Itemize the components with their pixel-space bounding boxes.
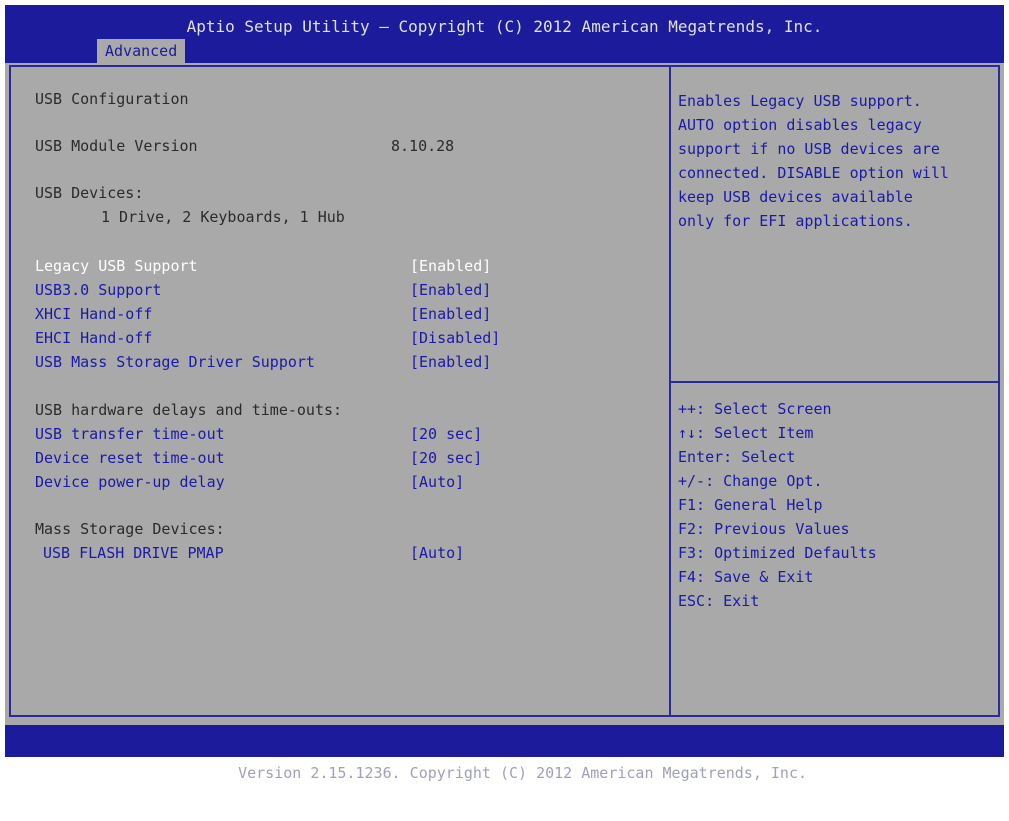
- option-xhci-handoff-value[interactable]: [Enabled]: [410, 304, 491, 324]
- help-text-line: AUTO option disables legacy: [678, 116, 922, 134]
- option-ehci-handoff[interactable]: EHCI Hand-off: [35, 328, 152, 348]
- option-usb3-support-value[interactable]: [Enabled]: [410, 280, 491, 300]
- module-version-label: USB Module Version: [35, 137, 198, 155]
- tab-advanced[interactable]: Advanced: [97, 39, 186, 63]
- option-legacy-usb-support[interactable]: Legacy USB Support: [35, 256, 198, 276]
- option-mass-storage-driver[interactable]: USB Mass Storage Driver Support: [35, 352, 315, 372]
- bios-screen: Aptio Setup Utility – Copyright (C) 2012…: [5, 5, 1004, 782]
- help-text-line: connected. DISABLE option will: [678, 164, 949, 182]
- option-usb-transfer-timeout-value[interactable]: [20 sec]: [410, 424, 482, 444]
- help-text-line: Enables Legacy USB support.: [678, 92, 922, 110]
- usb-devices-label: USB Devices:: [35, 184, 144, 202]
- option-usb-transfer-timeout[interactable]: USB transfer time-out: [35, 424, 225, 444]
- option-usb-flash-drive[interactable]: USB FLASH DRIVE PMAP: [43, 543, 224, 563]
- help-divider: [671, 381, 1000, 383]
- help-text-line: keep USB devices available: [678, 188, 913, 206]
- option-usb3-support[interactable]: USB3.0 Support: [35, 280, 161, 300]
- option-legacy-usb-support-value[interactable]: [Enabled]: [410, 256, 491, 276]
- key-help-f4: F4: Save & Exit: [678, 568, 814, 586]
- key-help-select-screen: ++: Select Screen: [678, 400, 832, 418]
- module-version-value: 8.10.28: [391, 137, 455, 155]
- help-text-line: only for EFI applications.: [678, 212, 913, 230]
- section-heading: USB Configuration: [35, 90, 189, 108]
- usb-devices-value: 1 Drive, 2 Keyboards, 1 Hub: [101, 208, 345, 226]
- option-usb-flash-drive-value[interactable]: [Auto]: [410, 543, 464, 563]
- key-help-change-opt: +/-: Change Opt.: [678, 472, 823, 490]
- option-device-powerup-delay-value[interactable]: [Auto]: [410, 472, 464, 492]
- mass-storage-heading: Mass Storage Devices:: [35, 520, 225, 538]
- key-help-f3: F3: Optimized Defaults: [678, 544, 877, 562]
- key-help-enter: Enter: Select: [678, 448, 796, 466]
- option-device-powerup-delay[interactable]: Device power-up delay: [35, 472, 225, 492]
- option-device-reset-timeout[interactable]: Device reset time-out: [35, 448, 225, 468]
- title-bar: Aptio Setup Utility – Copyright (C) 2012…: [5, 5, 1004, 63]
- panel-divider: [669, 65, 671, 717]
- footer-text: Version 2.15.1236. Copyright (C) 2012 Am…: [238, 764, 808, 782]
- key-help-select-item: ↑↓: Select Item: [678, 424, 814, 442]
- help-text-line: support if no USB devices are: [678, 140, 940, 158]
- utility-title: Aptio Setup Utility – Copyright (C) 2012…: [186, 17, 823, 36]
- key-help-f2: F2: Previous Values: [678, 520, 850, 538]
- key-help-f1: F1: General Help: [678, 496, 823, 514]
- delays-heading: USB hardware delays and time-outs:: [35, 401, 343, 419]
- option-device-reset-timeout-value[interactable]: [20 sec]: [410, 448, 482, 468]
- option-ehci-handoff-value[interactable]: [Disabled]: [410, 328, 500, 348]
- option-xhci-handoff[interactable]: XHCI Hand-off: [35, 304, 152, 324]
- footer-bar: Version 2.15.1236. Copyright (C) 2012 Am…: [5, 725, 1004, 782]
- key-help-esc: ESC: Exit: [678, 592, 760, 610]
- option-mass-storage-driver-value[interactable]: [Enabled]: [410, 352, 491, 372]
